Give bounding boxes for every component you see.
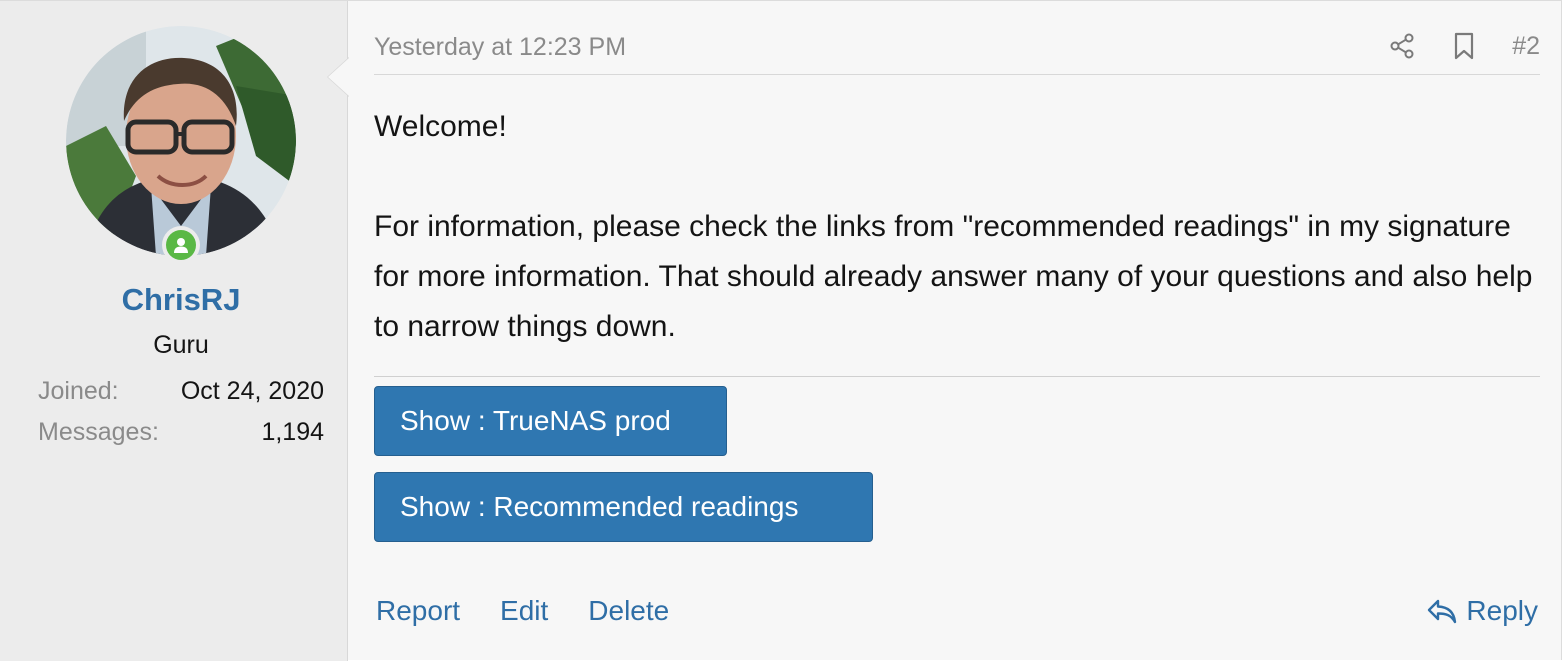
header-divider	[374, 74, 1540, 75]
user-arrow	[327, 57, 349, 97]
stat-messages: Messages: 1,194	[38, 418, 324, 447]
signature-divider	[374, 376, 1540, 377]
bookmark-icon[interactable]	[1450, 29, 1478, 63]
stat-joined: Joined: Oct 24, 2020	[38, 377, 324, 406]
spoiler-truenas-prod-button[interactable]: Show : TrueNAS prod	[374, 386, 727, 456]
joined-label: Joined:	[38, 377, 119, 405]
post-main-cell: Yesterday at 12:23 PM #2 Welcome! For in…	[350, 1, 1560, 661]
message-line-welcome: Welcome!	[374, 110, 507, 143]
online-status-dot	[166, 230, 196, 260]
post-timestamp[interactable]: Yesterday at 12:23 PM	[374, 33, 626, 62]
report-link[interactable]: Report	[376, 595, 460, 627]
post-header-actions: #2	[1388, 29, 1540, 63]
user-title: Guru	[153, 331, 209, 359]
avatar[interactable]	[66, 26, 296, 256]
reply-icon	[1428, 599, 1457, 624]
spoiler-recommended-readings-button[interactable]: Show : Recommended readings	[374, 472, 873, 542]
edit-link[interactable]: Edit	[500, 595, 548, 627]
post-footer-actions: Report Edit Delete	[376, 595, 669, 627]
user-icon	[174, 238, 188, 253]
online-status-badge	[162, 226, 200, 264]
post-number[interactable]: #2	[1512, 32, 1540, 61]
username[interactable]: ChrisRJ	[0, 282, 362, 318]
forum-post: ChrisRJ Guru Joined: Oct 24, 2020 Messag…	[0, 0, 1562, 661]
post-user-cell: ChrisRJ Guru Joined: Oct 24, 2020 Messag…	[0, 1, 348, 661]
reply-action[interactable]: Reply	[1426, 595, 1538, 627]
joined-value: Oct 24, 2020	[180, 377, 324, 405]
reply-link[interactable]: Reply	[1466, 595, 1538, 627]
delete-link[interactable]: Delete	[588, 595, 669, 627]
messages-label: Messages:	[38, 418, 159, 446]
message-body: Welcome! For information, please check t…	[374, 102, 1549, 352]
messages-value: 1,194	[261, 418, 324, 446]
avatar-wrap	[66, 26, 296, 264]
share-icon[interactable]	[1388, 29, 1416, 63]
message-line-info: For information, please check the links …	[374, 210, 1533, 343]
